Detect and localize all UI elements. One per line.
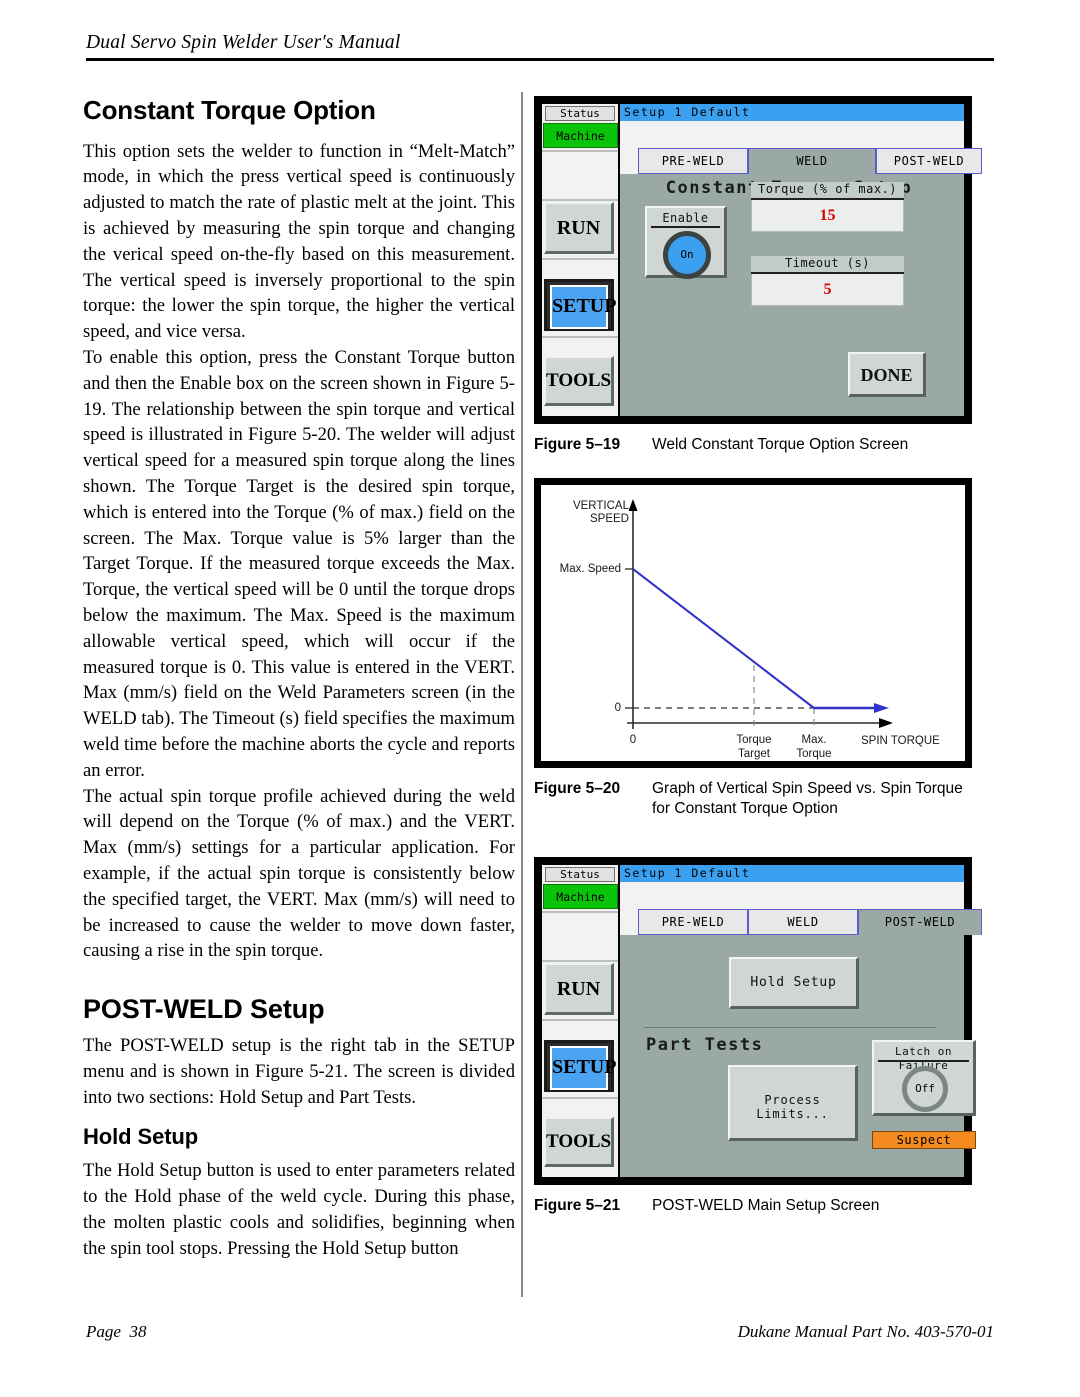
paragraph-2: To enable this option, press the Constan… bbox=[83, 346, 515, 781]
figure-5-21-text: POST-WELD Main Setup Screen bbox=[652, 1197, 880, 1214]
run-button[interactable]: RUN bbox=[544, 202, 614, 254]
footer-manual-part: Dukane Manual Part No. 403-570-01 bbox=[737, 1322, 994, 1341]
timeout-field-group: Timeout (s) 5 bbox=[751, 256, 904, 306]
section-heading-hold-setup: Hold Setup bbox=[83, 1124, 199, 1150]
running-head: Dual Servo Spin Welder User's Manual bbox=[86, 32, 994, 61]
run-button-2[interactable]: RUN bbox=[544, 963, 614, 1015]
footer-page-value: 38 bbox=[129, 1322, 147, 1341]
tools-button[interactable]: TOOLS bbox=[544, 356, 614, 406]
figure-5-19-text: Weld Constant Torque Option Screen bbox=[652, 436, 909, 453]
paragraph-1: This option sets the welder to function … bbox=[83, 140, 515, 343]
torque-field-group: Torque (% of max.) 15 bbox=[751, 182, 904, 232]
process-limits-line2: Limits... bbox=[756, 1107, 829, 1121]
footer-page-number: Page 38 bbox=[86, 1322, 146, 1342]
figure-5-21: Status Machine RUN SETUP TOOLS Setup 1 D… bbox=[534, 857, 982, 1216]
tab-pre-weld-2[interactable]: PRE-WELD bbox=[638, 909, 748, 935]
machine-status-indicator-2: Machine bbox=[543, 884, 618, 909]
footer-page-label: Page bbox=[86, 1322, 121, 1341]
tab-row: PRE-WELD WELD POST-WELD bbox=[620, 148, 982, 174]
sub-bar bbox=[620, 121, 964, 148]
tab-weld-2[interactable]: WELD bbox=[748, 909, 858, 935]
figure-5-20-text: Graph of Vertical Spin Speed vs. Spin To… bbox=[652, 780, 963, 817]
figure-5-21-caption: Figure 5–21 POST-WELD Main Setup Screen bbox=[534, 1196, 980, 1216]
status-label: Status bbox=[545, 106, 615, 121]
machine-status-indicator: Machine bbox=[543, 123, 618, 148]
torque-field-value[interactable]: 15 bbox=[751, 200, 904, 232]
timeout-field-value[interactable]: 5 bbox=[751, 274, 904, 306]
figure-5-19: Status Machine RUN SETUP TOOLS Setup 1 D… bbox=[534, 96, 982, 455]
tab-post-weld-2[interactable]: POST-WELD bbox=[858, 909, 982, 935]
hmi-panel-2: Hold Setup Part Tests Process Limits... … bbox=[620, 935, 976, 1177]
figure-5-20: VERTICAL SPEED Max. Speed 0 0 Torque Tar… bbox=[534, 478, 980, 819]
section-heading-post-weld-setup: POST-WELD Setup bbox=[83, 994, 325, 1025]
column-divider bbox=[521, 92, 523, 1297]
tab-pre-weld[interactable]: PRE-WELD bbox=[638, 148, 748, 174]
latch-on-failure-label: Latch on Failure bbox=[878, 1045, 969, 1072]
tab-post-weld[interactable]: POST-WELD bbox=[876, 148, 982, 174]
hold-setup-button[interactable]: Hold Setup bbox=[729, 957, 859, 1009]
section-divider bbox=[644, 1027, 936, 1028]
status-label-2: Status bbox=[545, 867, 615, 882]
process-limits-line1: Process bbox=[764, 1093, 821, 1107]
setup-button[interactable]: SETUP bbox=[544, 279, 616, 331]
enable-knob[interactable]: On bbox=[663, 231, 711, 279]
page-title: Constant Torque Option bbox=[83, 95, 376, 125]
x-tick-max-torque-line1: Max. bbox=[801, 734, 827, 746]
latch-on-failure-toggle[interactable]: Latch on Failure Off bbox=[872, 1040, 976, 1116]
figure-5-21-number: Figure 5–21 bbox=[534, 1197, 621, 1214]
suspect-status-badge: Suspect bbox=[872, 1131, 976, 1149]
hmi-screen-weld-constant-torque: Status Machine RUN SETUP TOOLS Setup 1 D… bbox=[534, 96, 982, 424]
setup-button-2[interactable]: SETUP bbox=[544, 1040, 616, 1092]
left-column: Constant Torque Option This option sets … bbox=[83, 96, 515, 1262]
latch-knob[interactable]: Off bbox=[902, 1066, 948, 1112]
paragraph-3: The actual spin torque profile achieved … bbox=[83, 785, 515, 962]
setup-button-label: SETUP bbox=[550, 285, 616, 329]
x-tick-max-torque-line2: Torque bbox=[796, 748, 832, 760]
sub-bar-2 bbox=[620, 882, 964, 909]
figure-5-20-number: Figure 5–20 bbox=[534, 780, 621, 797]
graph-svg bbox=[625, 499, 893, 729]
title-bar: Setup 1 Default bbox=[620, 104, 964, 121]
part-tests-title: Part Tests bbox=[646, 1035, 764, 1055]
y-tick-max-speed: Max. Speed bbox=[559, 563, 621, 575]
x-axis-label: SPIN TORQUE bbox=[861, 735, 940, 747]
figure-5-19-number: Figure 5–19 bbox=[534, 436, 621, 453]
timeout-field-label: Timeout (s) bbox=[751, 256, 904, 274]
hmi-panel: Constant Torque Setup Enable On Torque (… bbox=[620, 174, 964, 416]
done-button[interactable]: DONE bbox=[848, 352, 926, 397]
tools-button-2[interactable]: TOOLS bbox=[544, 1117, 614, 1167]
running-head-rule bbox=[86, 58, 994, 61]
graph-vertical-speed-vs-spin-torque: VERTICAL SPEED Max. Speed 0 0 Torque Tar… bbox=[534, 478, 972, 768]
enable-label: Enable bbox=[651, 211, 720, 228]
figure-5-20-caption: Figure 5–20 Graph of Vertical Spin Speed… bbox=[534, 779, 980, 819]
paragraph-5: The Hold Setup button is used to enter p… bbox=[83, 1160, 515, 1259]
figure-5-19-caption: Figure 5–19 Weld Constant Torque Option … bbox=[534, 435, 980, 455]
setup-button-label-2: SETUP bbox=[550, 1046, 616, 1090]
hmi-left-rail: Status Machine RUN SETUP TOOLS bbox=[542, 104, 620, 416]
enable-toggle[interactable]: Enable On bbox=[645, 206, 727, 279]
torque-field-label: Torque (% of max.) bbox=[751, 182, 904, 200]
x-origin-label: 0 bbox=[629, 734, 637, 746]
hmi-left-rail-2: Status Machine RUN SETUP TOOLS bbox=[542, 865, 620, 1177]
tab-weld[interactable]: WELD bbox=[748, 148, 876, 174]
process-limits-button[interactable]: Process Limits... bbox=[728, 1065, 858, 1141]
running-head-text: Dual Servo Spin Welder User's Manual bbox=[86, 32, 401, 53]
y-axis-label-line2: SPEED bbox=[590, 513, 629, 525]
y-tick-zero: 0 bbox=[614, 702, 621, 714]
title-bar-2: Setup 1 Default bbox=[620, 865, 964, 882]
paragraph-4: The POST-WELD setup is the right tab in … bbox=[83, 1035, 515, 1108]
tab-row-2: PRE-WELD WELD POST-WELD bbox=[620, 909, 982, 935]
y-axis-label-line1: VERTICAL bbox=[572, 500, 629, 512]
right-column: Status Machine RUN SETUP TOOLS Setup 1 D… bbox=[534, 96, 982, 1216]
hmi-screen-post-weld-main: Status Machine RUN SETUP TOOLS Setup 1 D… bbox=[534, 857, 982, 1185]
manual-page: Dual Servo Spin Welder User's Manual Con… bbox=[0, 0, 1080, 1397]
